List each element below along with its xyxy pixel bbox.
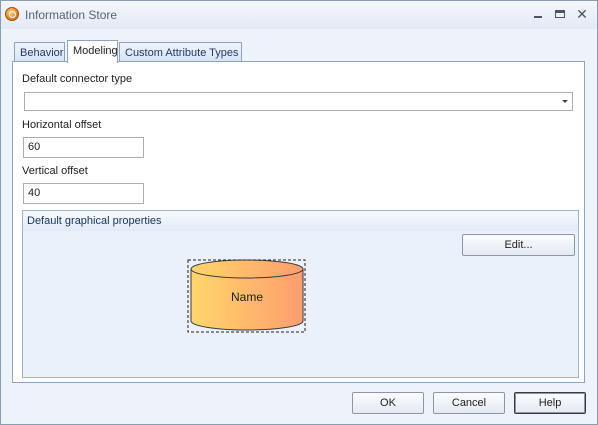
connector-type-label: Default connector type — [22, 73, 133, 85]
horizontal-offset-input[interactable]: 60 — [23, 137, 144, 158]
modeling-panel: Default connector type Horizontal offset… — [12, 61, 585, 383]
graphical-properties-group: Default graphical properties Edit... Nam… — [22, 210, 579, 378]
shape-name-label: Name — [230, 290, 263, 304]
group-header: Default graphical properties — [23, 211, 578, 231]
ok-button[interactable]: OK — [352, 392, 424, 414]
tab-modeling[interactable]: Modeling — [67, 40, 118, 63]
help-button[interactable]: Help — [514, 392, 586, 414]
title-bar[interactable]: Information Store ✕ — [1, 1, 597, 29]
edit-button[interactable]: Edit... — [462, 234, 575, 256]
group-title: Default graphical properties — [27, 215, 162, 227]
shape-preview: Name — [187, 259, 307, 335]
vertical-offset-label: Vertical offset — [22, 165, 88, 177]
app-logo-icon — [5, 7, 19, 21]
dialog-window: Information Store ✕ Behavior Modeling Cu… — [0, 0, 598, 425]
close-button[interactable]: ✕ — [573, 5, 591, 23]
maximize-button[interactable] — [551, 5, 569, 23]
connector-type-dropdown[interactable] — [24, 92, 573, 111]
close-icon: ✕ — [576, 6, 588, 22]
cancel-button[interactable]: Cancel — [433, 392, 505, 414]
vertical-offset-input[interactable]: 40 — [23, 183, 144, 204]
minimize-button[interactable] — [529, 5, 547, 23]
tab-behavior[interactable]: Behavior — [14, 42, 65, 62]
horizontal-offset-label: Horizontal offset — [22, 119, 102, 131]
maximize-icon — [555, 10, 565, 18]
minimize-icon — [534, 16, 542, 18]
chevron-down-icon[interactable] — [562, 100, 568, 103]
tab-custom-attribute-types[interactable]: Custom Attribute Types — [119, 42, 242, 62]
window-title: Information Store — [25, 8, 118, 22]
